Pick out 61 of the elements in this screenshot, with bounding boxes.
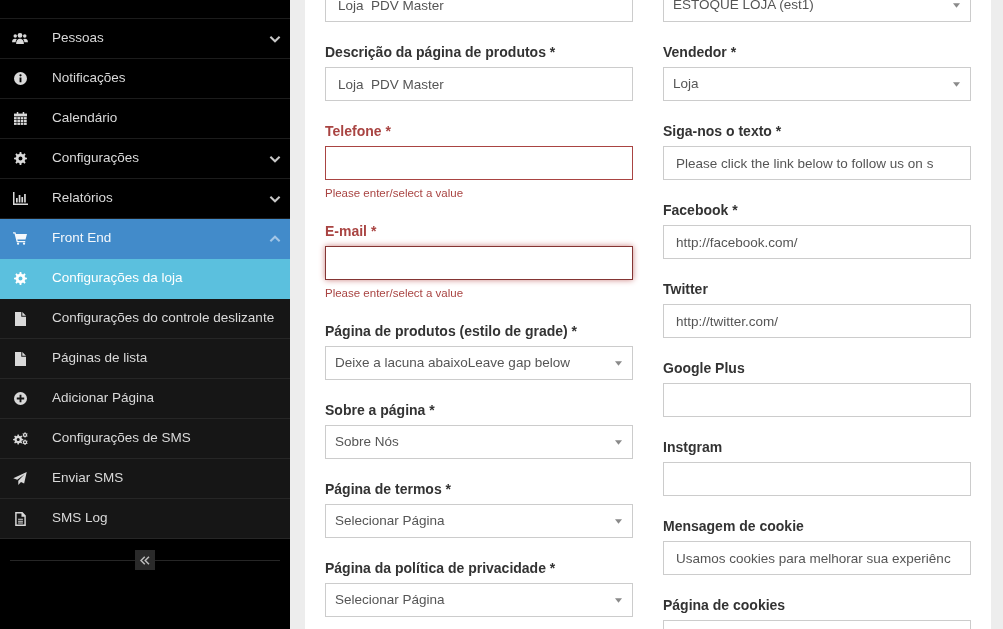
double-chevron-left-icon (140, 555, 150, 565)
caret-down-icon (615, 360, 622, 366)
sidebar-item[interactable]: Configurações de SMS (0, 419, 290, 459)
field-label: Twitter (663, 280, 709, 299)
sidebar-item[interactable]: Configurações do controle deslizante (0, 299, 290, 339)
field-label: Siga-nos o texto * (663, 122, 783, 141)
sidebar-item[interactable]: SMS Log (0, 499, 290, 539)
select-field[interactable]: Loja (663, 67, 971, 101)
cart-icon (13, 232, 27, 245)
caret-down-icon (615, 518, 622, 524)
file-icon (14, 311, 26, 326)
caret-down-icon (953, 81, 960, 87)
field-label: Sobre a página * (325, 401, 436, 420)
info-icon (13, 72, 27, 85)
input-field[interactable]: http://twitter.com/ (663, 304, 971, 338)
field-label: E-mail * (325, 222, 378, 241)
sidebar-item[interactable]: Páginas de lista (0, 339, 290, 379)
caret-down-icon (615, 597, 622, 603)
chevron-up-icon (269, 234, 281, 243)
collapse-sidebar-button[interactable] (135, 550, 155, 570)
gear-icon (13, 272, 27, 285)
document-icon (14, 511, 26, 526)
caret-down-icon (953, 2, 960, 8)
chevron-down-icon (269, 34, 281, 43)
field-label: Descrição da página de produtos * (325, 43, 557, 62)
select-field[interactable]: Sobre Nós (325, 425, 633, 459)
users-icon (12, 33, 28, 44)
caret-down-icon (615, 439, 622, 445)
field-label: Página da política de privacidade * (325, 559, 557, 578)
field-label: Página de termos * (325, 480, 453, 499)
sidebar-item[interactable]: Adicionar Página (0, 379, 290, 419)
gears-icon (12, 432, 28, 445)
field-label: Google Plus (663, 359, 746, 378)
input-field[interactable]: Usamos cookies para melhorar sua experiênc (663, 541, 971, 575)
error-message: Please enter/select a value (325, 186, 465, 201)
input-field[interactable] (325, 146, 633, 180)
error-message: Please enter/select a value (325, 286, 465, 301)
field-label: Instgram (663, 438, 724, 457)
input-field[interactable]: Loja PDV Master (325, 0, 633, 22)
select-field[interactable]: Deixe a lacuna abaixoLeave gap below (325, 346, 633, 380)
field-label: Telefone * (325, 122, 392, 141)
field-label: Página de produtos (estilo de grade) * (325, 322, 579, 341)
input-field[interactable]: Loja PDV Master (325, 67, 633, 101)
bar-chart-icon (12, 192, 28, 205)
gear-icon (13, 152, 27, 165)
input-field[interactable] (325, 246, 633, 280)
chevron-down-icon (269, 154, 281, 163)
chevron-down-icon (269, 194, 281, 203)
field-label: Página de cookies (663, 596, 787, 615)
select-field[interactable]: ESTOQUE LOJA (est1) (663, 0, 971, 22)
input-field[interactable]: http://facebook.com/ (663, 225, 971, 259)
field-label: Facebook * (663, 201, 739, 220)
field-label: Mensagem de cookie (663, 517, 805, 536)
select-field[interactable]: Selecionar Página (325, 583, 633, 617)
calendar-icon (13, 112, 27, 125)
paper-plane-icon (13, 472, 27, 485)
sidebar-item[interactable]: Enviar SMS (0, 459, 290, 499)
select-field[interactable]: Selecionar Página (325, 504, 633, 538)
file-icon (14, 351, 26, 366)
field-label: Vendedor * (663, 43, 738, 62)
input-field[interactable]: Please click the link below to follow us on s (663, 146, 971, 180)
